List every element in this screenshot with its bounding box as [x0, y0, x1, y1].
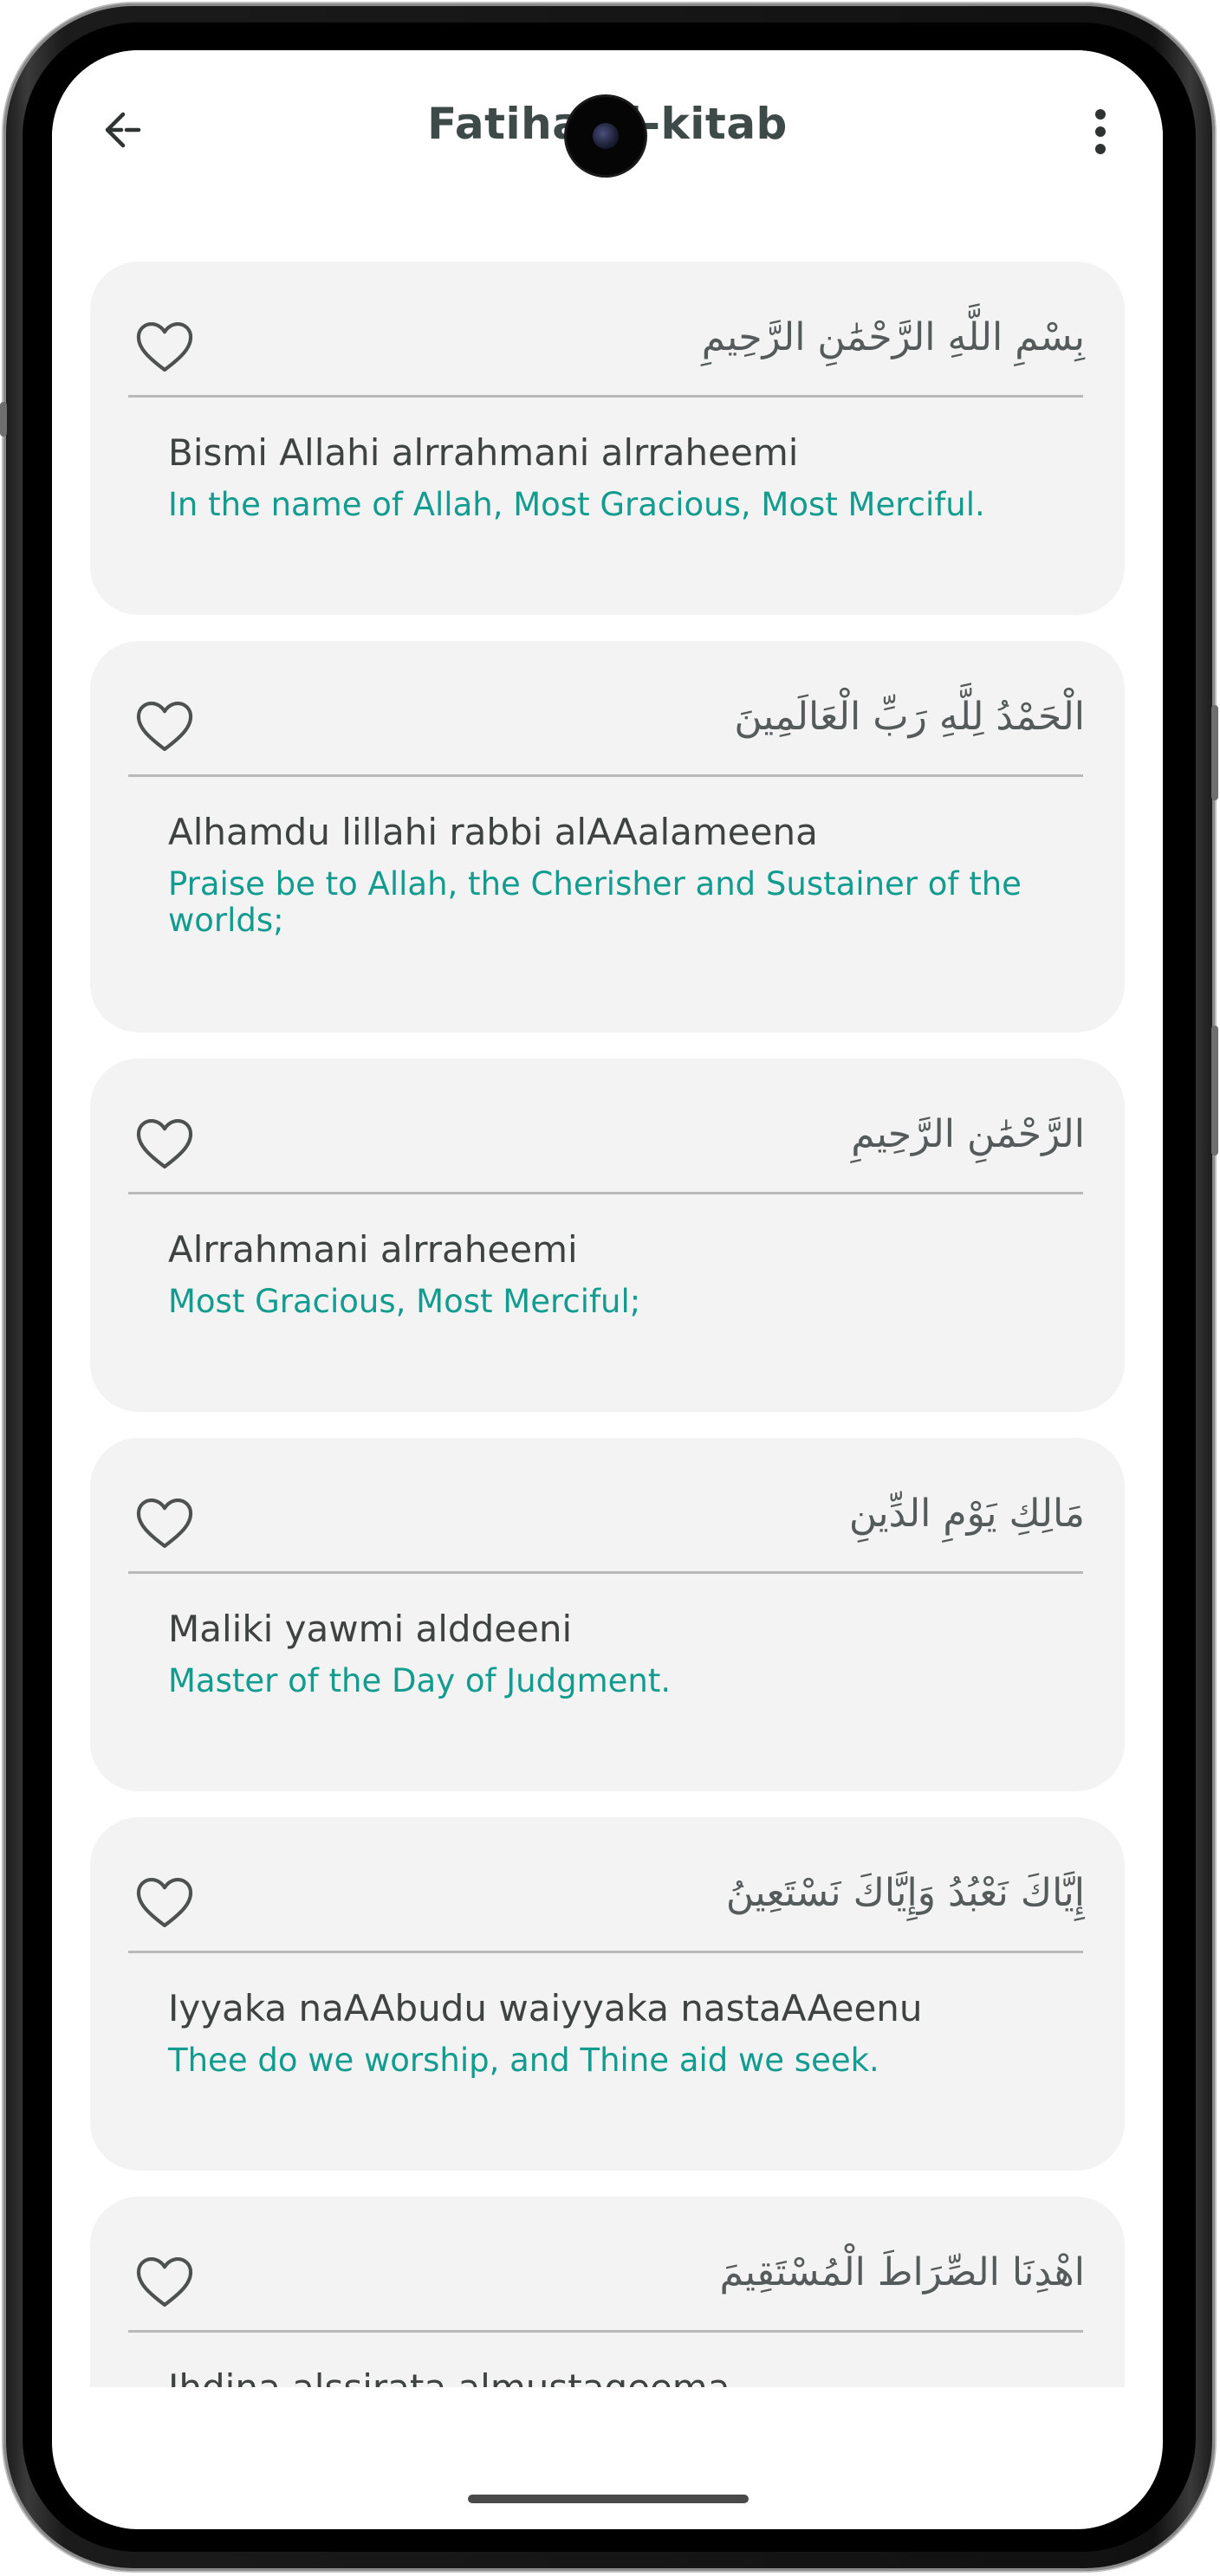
verse-card: إِيَّاكَ نَعْبُدُ وَإِيَّاكَ نَسْتَعِينُ…	[90, 1817, 1125, 2171]
front-camera	[567, 97, 645, 175]
favorite-button[interactable]	[132, 314, 198, 379]
phone-side-button	[1211, 1026, 1218, 1155]
heart-outline-icon	[136, 1498, 193, 1548]
verse-arabic: إِيَّاكَ نَعْبُدُ وَإِيَّاكَ نَسْتَعِينُ	[725, 1871, 1085, 1915]
verse-translation: In the name of Allah, Most Gracious, Mos…	[168, 486, 985, 523]
heart-outline-icon	[136, 2256, 193, 2307]
verse-card: مَالِكِ يَوْمِ الدِّينِ Maliki yawmi ald…	[90, 1438, 1125, 1791]
verse-transliteration: Ihdina alssirata almustaqeema	[168, 2365, 1087, 2387]
heart-outline-icon	[136, 1877, 193, 1927]
verse-arabic: مَالِكِ يَوْمِ الدِّينِ	[848, 1492, 1085, 1536]
verse-card: الْحَمْدُ لِلَّهِ رَبِّ الْعَالَمِينَ Al…	[90, 641, 1125, 1032]
verse-translation: Praise be to Allah, the Cherisher and Su…	[168, 865, 1022, 939]
app-screen: Fatiha al-kitab بِسْمِ اللَّهِ الرَّحْمَ…	[52, 50, 1163, 2529]
more-vertical-icon	[1095, 109, 1106, 154]
verse-card: اهْدِنَا الصِّرَاطَ الْمُسْتَقِيمَ Ihdin…	[90, 2197, 1125, 2387]
verse-translation: Master of the Day of Judgment.	[168, 1662, 672, 1699]
heart-outline-icon	[136, 321, 193, 372]
divider	[128, 1192, 1083, 1194]
verse-card: بِسْمِ اللَّهِ الرَّحْمَٰنِ الرَّحِيمِ B…	[90, 262, 1125, 615]
verse-list[interactable]: بِسْمِ اللَّهِ الرَّحْمَٰنِ الرَّحِيمِ B…	[90, 262, 1125, 2387]
verse-transliteration: Bismi Allahi alrrahmani alrraheemi	[168, 431, 799, 474]
verse-translation: Most Gracious, Most Merciful;	[168, 1283, 641, 1320]
verse-arabic: بِسْمِ اللَّهِ الرَّحْمَٰنِ الرَّحِيمِ	[701, 315, 1085, 359]
phone-side-button	[0, 402, 7, 437]
verse-transliteration: Alhamdu lillahi rabbi alAAalameena	[168, 811, 818, 853]
favorite-button[interactable]	[132, 1869, 198, 1935]
verse-translation: Thee do we worship, and Thine aid we see…	[168, 2042, 879, 2079]
divider	[128, 1571, 1083, 1574]
favorite-button[interactable]	[132, 2249, 198, 2314]
verse-arabic: الْحَمْدُ لِلَّهِ رَبِّ الْعَالَمِينَ	[734, 695, 1085, 739]
verse-transliteration: Iyyaka naAAbudu waiyyaka nastaAAeenu	[168, 1987, 923, 2029]
overflow-menu-button[interactable]	[1080, 100, 1121, 163]
verse-card: الرَّحْمَٰنِ الرَّحِيمِ Alrrahmani alrra…	[90, 1058, 1125, 1412]
verse-transliteration: Maliki yawmi alddeeni	[168, 1608, 573, 1650]
verse-arabic: اهْدِنَا الصِّرَاطَ الْمُسْتَقِيمَ	[719, 2250, 1085, 2294]
verse-arabic: الرَّحْمَٰنِ الرَّحِيمِ	[851, 1112, 1085, 1156]
favorite-button[interactable]	[132, 1110, 198, 1176]
favorite-button[interactable]	[132, 693, 198, 759]
heart-outline-icon	[136, 701, 193, 751]
heart-outline-icon	[136, 1118, 193, 1168]
divider	[128, 395, 1083, 398]
divider	[128, 2330, 1083, 2333]
favorite-button[interactable]	[132, 1490, 198, 1556]
verse-transliteration: Alrrahmani alrraheemi	[168, 1228, 578, 1271]
divider	[128, 1951, 1083, 1953]
home-indicator[interactable]	[468, 2495, 749, 2503]
phone-side-button	[1211, 705, 1218, 800]
divider	[128, 774, 1083, 777]
